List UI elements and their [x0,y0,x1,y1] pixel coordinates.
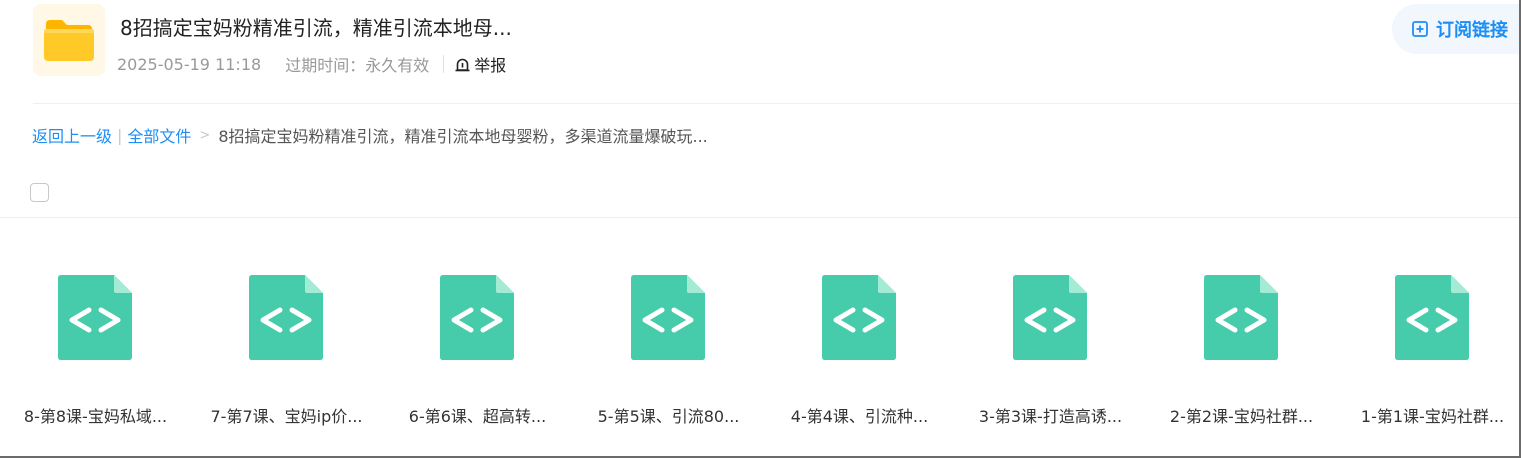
file-item[interactable]: 6-第6课、超高转... [382,275,573,435]
file-name: 7-第7课、宝妈ip价... [210,407,363,426]
chevron-right-icon: > [199,127,211,143]
breadcrumb-current: 8招搞定宝妈粉精准引流，精准引流本地母婴粉，多渠道流量爆破玩... [218,127,708,146]
expire-time: 过期时间：永久有效 [285,56,430,75]
file-item[interactable]: 7-第7课、宝妈ip价... [191,275,382,435]
header-divider [33,103,1519,104]
file-name: 2-第2课-宝妈社群... [1169,407,1314,426]
code-file-icon [1395,275,1469,360]
code-file-icon [1013,275,1087,360]
code-file-icon [822,275,896,360]
all-files-link[interactable]: 全部文件 [127,123,191,147]
subscribe-button[interactable]: 订阅链接 [1392,4,1519,54]
back-link[interactable]: 返回上一级 [32,123,112,147]
share-page: 8招搞定宝妈粉精准引流，精准引流本地母... 2025-05-19 11:18 … [0,0,1521,458]
breadcrumb-separator: | [117,125,123,145]
folder-icon [44,20,94,61]
subscribe-label: 订阅链接 [1436,20,1508,41]
file-name: 8-第8课-宝妈私域... [23,407,168,426]
breadcrumb: 返回上一级 | 全部文件 > 8招搞定宝妈粉精准引流，精准引流本地母婴粉，多渠道… [32,123,708,147]
file-item[interactable]: 2-第2课-宝妈社群... [1146,275,1337,435]
file-item[interactable]: 4-第4课、引流种... [764,275,955,435]
file-name: 6-第6课、超高转... [408,407,547,426]
file-name: 3-第3课-打造高诱... [978,407,1123,426]
share-meta: 2025-05-19 11:18 过期时间：永久有效 举报 [117,52,506,76]
file-item[interactable]: 5-第5课、引流80... [573,275,764,435]
code-file-icon [1204,275,1278,360]
code-file-icon [58,275,132,360]
file-item[interactable]: 3-第3课-打造高诱... [955,275,1146,435]
code-file-icon [249,275,323,360]
file-grid: 8-第8课-宝妈私域... 7-第7课、宝妈ip价... 6-第6课、超高转... 5… [0,275,1519,435]
code-file-icon [440,275,514,360]
file-name: 1-第1课-宝妈社群... [1360,407,1505,426]
select-all-checkbox[interactable] [30,183,49,202]
file-item[interactable]: 1-第1课-宝妈社群... [1337,275,1519,435]
code-file-icon [631,275,705,360]
subscribe-icon [1412,21,1428,37]
report-button[interactable]: 举报 [454,52,506,76]
report-label: 举报 [474,56,507,75]
file-name: 5-第5课、引流80... [597,407,740,426]
alarm-icon [455,58,470,71]
file-item[interactable]: 8-第8课-宝妈私域... [0,275,191,435]
share-header: 8招搞定宝妈粉精准引流，精准引流本地母... 2025-05-19 11:18 … [0,0,1519,104]
file-name: 4-第4课、引流种... [790,407,929,426]
meta-divider [443,55,445,73]
folder-thumbnail [33,4,105,76]
list-divider [0,217,1519,218]
share-date: 2025-05-19 11:18 [117,54,262,74]
page-title: 8招搞定宝妈粉精准引流，精准引流本地母... [120,16,512,40]
